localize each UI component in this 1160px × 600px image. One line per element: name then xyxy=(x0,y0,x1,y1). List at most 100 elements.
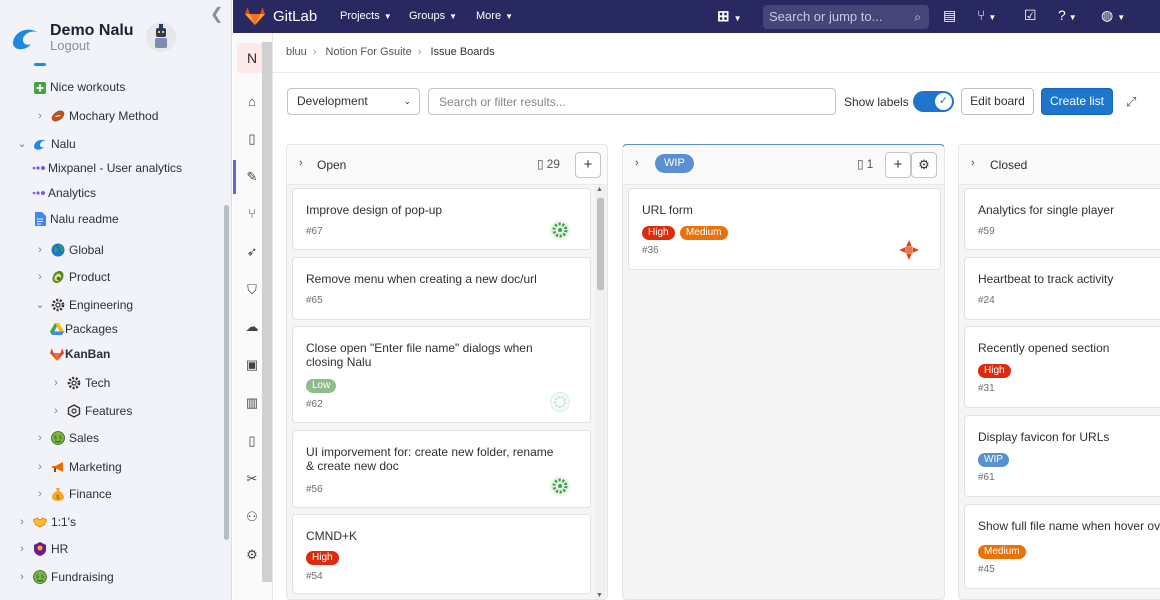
wiki-icon[interactable]: ▯ xyxy=(243,432,261,450)
issues-icon[interactable]: ▤ xyxy=(943,7,956,24)
add-issue-button[interactable]: + xyxy=(885,152,911,178)
issue-title[interactable]: Close open "Enter file name" dialogs whe… xyxy=(306,341,554,369)
breadcrumb-item[interactable]: Notion For Gsuite xyxy=(326,46,412,58)
issue-title[interactable]: Remove menu when creating a new doc/url xyxy=(306,272,554,286)
settings-icon[interactable]: ⚙ xyxy=(243,546,261,564)
home-icon[interactable]: ⌂ xyxy=(243,93,261,111)
chevron-right-icon[interactable]: › xyxy=(34,457,46,477)
list-label-wip[interactable]: WIP xyxy=(655,154,694,173)
issue-title[interactable]: Heartbeat to track activity xyxy=(978,272,1160,286)
globe-avatar-icon[interactable]: ◍ ▼ xyxy=(1101,7,1125,24)
breadcrumb-item[interactable]: bluu xyxy=(286,46,307,58)
chevron-right-icon[interactable]: › xyxy=(34,484,46,504)
issue-title[interactable]: Show full file name when hover ov xyxy=(978,519,1160,533)
assignee-avatar-icon[interactable] xyxy=(899,240,919,260)
issue-card[interactable]: Recently opened section High #31 xyxy=(964,326,1160,408)
tree-item-label: Packages xyxy=(65,322,118,336)
chevron-right-icon[interactable]: › xyxy=(16,567,28,587)
issue-title[interactable]: Improve design of pop-up xyxy=(306,203,554,217)
issue-card[interactable]: Improve design of pop-up #67 xyxy=(292,188,591,250)
issues-icon[interactable]: ✎ xyxy=(243,168,261,186)
label-high[interactable]: High xyxy=(642,226,675,240)
issue-title[interactable]: Recently opened section xyxy=(978,341,1160,355)
chevron-right-icon[interactable]: › xyxy=(34,267,46,287)
analytics-icon[interactable]: ▥ xyxy=(243,394,261,412)
assignee-avatar-icon[interactable] xyxy=(550,220,570,240)
snippets-icon[interactable]: ✂ xyxy=(243,470,261,488)
scroll-down-icon[interactable]: ▼ xyxy=(596,592,603,599)
deploy-cloud-icon[interactable]: ☁ xyxy=(243,318,261,336)
merge-requests-icon[interactable]: ⑂ xyxy=(243,205,261,223)
logout-link[interactable]: Logout xyxy=(50,38,90,53)
nav-projects[interactable]: Projects ▼ xyxy=(340,10,392,22)
label-high[interactable]: High xyxy=(306,551,339,565)
gitlab-logo-icon[interactable] xyxy=(245,7,265,25)
issue-title[interactable]: URL form xyxy=(642,203,904,217)
edit-board-button[interactable]: Edit board xyxy=(961,88,1034,115)
chevron-right-icon[interactable]: › xyxy=(50,373,62,393)
expand-fullscreen-icon[interactable]: ⤢ xyxy=(1126,94,1136,110)
chevron-down-icon[interactable]: ⌄ xyxy=(34,295,46,315)
chevron-right-icon[interactable]: › xyxy=(34,240,46,260)
top-search-input[interactable]: Search or jump to... ⌕ xyxy=(763,5,929,29)
label-wip[interactable]: WIP xyxy=(978,453,1009,467)
chevron-right-icon[interactable]: › xyxy=(16,539,28,559)
chevron-right-icon[interactable]: › xyxy=(635,157,639,169)
list-settings-gear-icon[interactable]: ⚙ xyxy=(911,152,937,178)
page-scrollbar[interactable] xyxy=(262,42,272,582)
chevron-right-icon[interactable]: › xyxy=(50,401,62,421)
create-list-button[interactable]: Create list xyxy=(1041,88,1113,115)
issue-card[interactable]: Close open "Enter file name" dialogs whe… xyxy=(292,326,591,423)
collapse-sidebar-icon[interactable]: ❮ xyxy=(210,4,223,24)
chevron-right-icon[interactable]: › xyxy=(34,106,46,126)
issue-card[interactable]: Show full file name when hover ov Medium… xyxy=(964,504,1160,589)
issue-card[interactable]: Remove menu when creating a new doc/url … xyxy=(292,257,591,320)
nav-groups[interactable]: Groups ▼ xyxy=(409,10,457,22)
label-low[interactable]: Low xyxy=(306,379,337,393)
chevron-right-icon[interactable]: › xyxy=(34,428,46,448)
nav-projects-label: Projects xyxy=(340,10,380,22)
gitlab-brand[interactable]: GitLab xyxy=(273,8,317,25)
members-icon[interactable]: ⚇ xyxy=(243,508,261,526)
issue-card[interactable]: UI imporvement for: create new folder, r… xyxy=(292,430,591,508)
new-item-plus-icon[interactable]: ⊞ ▼ xyxy=(717,7,742,25)
issue-title[interactable]: Display favicon for URLs xyxy=(978,430,1160,444)
show-labels-toggle[interactable]: ✓ xyxy=(913,91,954,112)
rocket-icon[interactable]: ➶ xyxy=(243,243,261,261)
chevron-right-icon[interactable]: › xyxy=(971,157,975,169)
nav-more[interactable]: More ▼ xyxy=(476,10,513,22)
assignee-avatar-icon[interactable] xyxy=(550,476,570,496)
chevron-right-icon[interactable]: › xyxy=(299,157,303,169)
chevron-right-icon[interactable]: › xyxy=(16,512,28,532)
repository-icon[interactable]: ▯ xyxy=(243,130,261,148)
avatar[interactable] xyxy=(146,22,176,52)
list-scrollbar-thumb[interactable] xyxy=(597,198,604,290)
chevron-down-icon[interactable]: ⌄ xyxy=(16,134,28,154)
issue-title[interactable]: Analytics for single player xyxy=(978,203,1160,217)
label-medium[interactable]: Medium xyxy=(978,545,1026,559)
issue-card[interactable]: Heartbeat to track activity #24 xyxy=(964,257,1160,320)
issue-title[interactable]: CMND+K xyxy=(306,529,554,543)
list-scrollbar[interactable]: ▲ ▼ xyxy=(595,186,606,599)
issue-card[interactable]: Analytics for single player #59 xyxy=(964,188,1160,250)
sidebar-scrollbar[interactable] xyxy=(224,205,229,540)
assignee-avatar-icon[interactable] xyxy=(550,392,570,412)
label-high[interactable]: High xyxy=(978,364,1011,378)
issue-card[interactable]: URL form High Medium #36 xyxy=(628,188,941,270)
breadcrumb-current[interactable]: Issue Boards xyxy=(430,46,494,58)
merge-requests-icon[interactable]: ⑂ ▼ xyxy=(977,7,996,23)
filter-search-input[interactable] xyxy=(428,88,836,115)
board-switcher[interactable]: Development ⌄ xyxy=(287,88,420,115)
shield-icon[interactable]: ⛉ xyxy=(243,281,261,299)
issue-card[interactable]: CMND+K High #54 xyxy=(292,514,591,594)
help-icon[interactable]: ? ▼ xyxy=(1058,7,1077,23)
label-medium[interactable]: Medium xyxy=(679,226,728,240)
list-header: › Closed xyxy=(959,145,1160,185)
issue-card[interactable]: Display favicon for URLs WIP #61 xyxy=(964,415,1160,497)
add-issue-button[interactable]: + xyxy=(575,152,601,178)
todos-icon[interactable]: ☑ xyxy=(1024,7,1037,24)
scroll-up-icon[interactable]: ▲ xyxy=(596,186,603,193)
issue-title[interactable]: UI imporvement for: create new folder, r… xyxy=(306,445,554,473)
nav-more-label: More xyxy=(476,10,502,22)
package-icon[interactable]: ▣ xyxy=(243,356,261,374)
